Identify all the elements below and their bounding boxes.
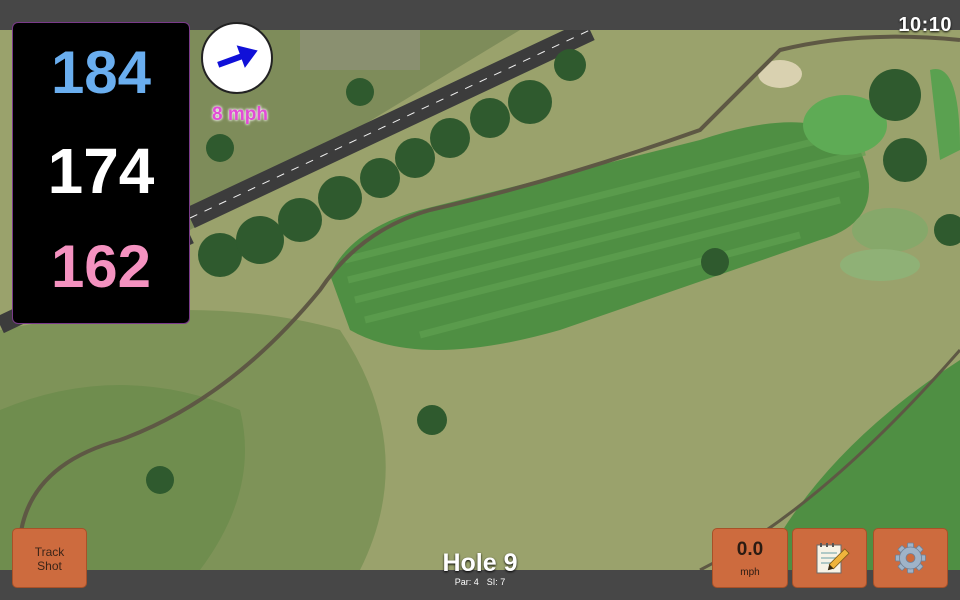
- hole-title: Hole 9: [442, 549, 518, 577]
- wind-speed-label: 8 mph: [212, 104, 268, 125]
- hole-par: Par: 4: [454, 577, 479, 587]
- wind-speed-button[interactable]: 0.0 mph: [712, 528, 788, 588]
- hole-stroke-index: SI: 7: [486, 577, 506, 587]
- wind-unit: mph: [740, 567, 760, 578]
- middle-distance: 174: [47, 135, 155, 207]
- gear-icon: [895, 542, 926, 574]
- track-shot-label-line1: Track: [34, 545, 65, 559]
- wind-direction-dial: [201, 22, 273, 94]
- hole-info: Par: 4 SI: 7: [380, 577, 580, 587]
- back-distance: 184: [50, 39, 152, 106]
- front-distance: 162: [50, 233, 152, 300]
- distance-panel: 184 174 162: [12, 22, 190, 324]
- notes-button[interactable]: [792, 528, 867, 588]
- track-shot-button[interactable]: Track Shot: [12, 528, 87, 588]
- notepad-icon: [816, 543, 850, 574]
- wind-value: 0.0: [736, 539, 764, 560]
- arrow-icon: [217, 45, 258, 68]
- clock: 10:10: [898, 14, 952, 36]
- track-shot-label-line2: Shot: [37, 559, 62, 573]
- settings-button[interactable]: [873, 528, 948, 588]
